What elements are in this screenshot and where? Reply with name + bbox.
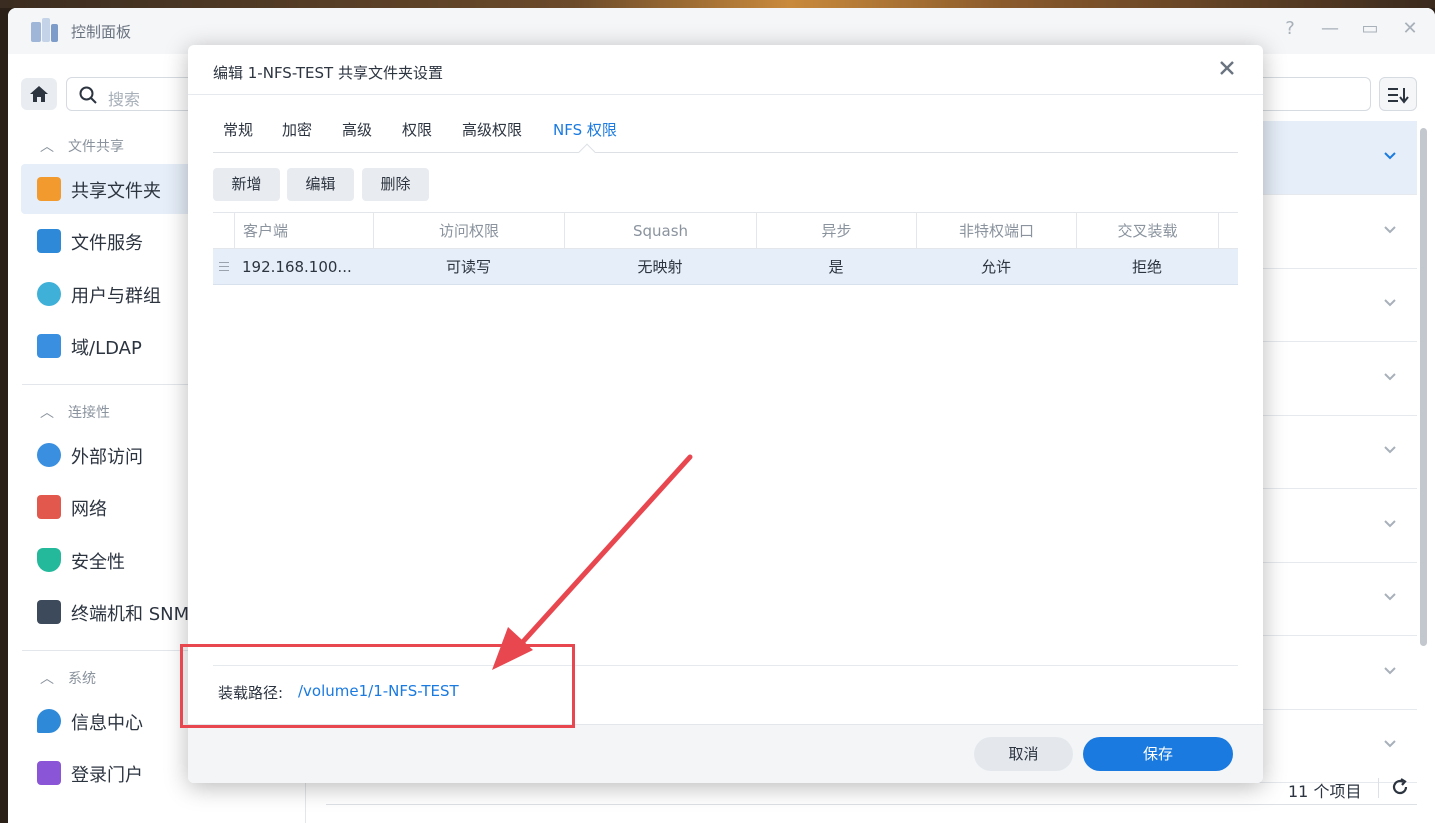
chevron-down-icon[interactable] — [1383, 149, 1397, 163]
section-header-system[interactable]: ︿ 系统 — [40, 668, 96, 688]
chevron-down-icon[interactable] — [1383, 443, 1397, 457]
section-header-connectivity[interactable]: ︿ 连接性 — [40, 402, 110, 422]
control-panel-logo-icon — [29, 18, 59, 44]
help-button[interactable]: ? — [1278, 18, 1302, 39]
network-icon — [37, 495, 61, 519]
search-input[interactable]: 搜索 — [66, 77, 206, 111]
column-header-access[interactable]: 访问权限 — [373, 213, 564, 249]
close-window-button[interactable]: ✕ — [1398, 18, 1422, 39]
shield-icon — [37, 548, 61, 572]
window-title: 控制面板 — [71, 23, 132, 41]
chevron-down-icon[interactable] — [1383, 664, 1397, 678]
domain-icon — [37, 334, 61, 358]
column-header-client[interactable]: 客户端 — [234, 213, 373, 249]
dialog-footer: 取消 保存 — [188, 724, 1263, 783]
chevron-up-icon: ︿ — [40, 405, 54, 421]
minimize-button[interactable]: — — [1318, 18, 1342, 39]
info-icon — [37, 709, 61, 733]
cell-cross-mount: 拒绝 — [1131, 258, 1162, 276]
chevron-down-icon[interactable] — [1383, 517, 1397, 531]
home-icon — [30, 86, 48, 102]
search-icon — [79, 86, 97, 104]
tab-general[interactable]: 常规 — [223, 119, 253, 140]
tab-nfs-permissions[interactable]: NFS 权限 — [553, 119, 617, 140]
header-handle-column — [213, 213, 234, 249]
chevron-down-icon[interactable] — [1383, 296, 1397, 310]
chevron-down-icon[interactable] — [1383, 370, 1397, 384]
sort-icon — [1388, 88, 1409, 104]
close-icon[interactable] — [1218, 59, 1236, 77]
item-count: 11 个项目 — [1288, 782, 1362, 801]
cell-access: 可读写 — [445, 258, 491, 276]
tab-advanced-permissions[interactable]: 高级权限 — [462, 119, 522, 140]
chevron-up-icon: ︿ — [40, 671, 54, 687]
active-tab-indicator — [578, 143, 596, 161]
column-header-squash[interactable]: Squash — [564, 213, 756, 249]
annotation-highlight-box — [180, 644, 575, 728]
edit-button[interactable]: 编辑 — [287, 168, 354, 201]
search-placeholder: 搜索 — [108, 90, 141, 109]
delete-button[interactable]: 删除 — [362, 168, 429, 201]
dialog-title: 编辑 1-NFS-TEST 共享文件夹设置 — [213, 64, 443, 82]
external-access-icon — [37, 443, 61, 467]
folder-icon — [37, 177, 61, 201]
cell-async: 是 — [828, 258, 844, 276]
cell-client: 192.168.100... — [242, 258, 352, 276]
login-portal-icon — [37, 761, 61, 785]
cell-nonprivileged-port: 允许 — [980, 258, 1011, 276]
main-filter-input[interactable] — [1263, 77, 1371, 111]
sort-button[interactable] — [1379, 77, 1417, 111]
tab-advanced[interactable]: 高级 — [342, 119, 372, 140]
add-button[interactable]: 新增 — [213, 168, 280, 201]
desktop-background — [0, 0, 1435, 8]
users-icon — [37, 282, 61, 306]
footer-separator — [1378, 778, 1379, 798]
cell-squash: 无映射 — [637, 258, 683, 276]
column-header-nonprivileged-port[interactable]: 非特权端口 — [916, 213, 1076, 249]
file-services-icon — [37, 229, 61, 253]
table-header: 客户端 访问权限 Squash 异步 非特权端口 交叉装载 — [213, 212, 1238, 249]
tab-permissions[interactable]: 权限 — [402, 119, 432, 140]
scrollbar[interactable] — [1420, 128, 1427, 646]
chevron-up-icon: ︿ — [40, 139, 54, 155]
maximize-button[interactable]: ▭ — [1358, 18, 1382, 39]
dialog-divider — [188, 94, 1263, 95]
save-button[interactable]: 保存 — [1083, 737, 1233, 771]
header-filler — [1218, 213, 1238, 249]
column-header-async[interactable]: 异步 — [756, 213, 916, 249]
chevron-down-icon[interactable] — [1383, 737, 1397, 751]
chevron-down-icon[interactable] — [1383, 223, 1397, 237]
section-header-file-sharing[interactable]: ︿ 文件共享 — [40, 136, 124, 156]
tab-underline — [213, 152, 1238, 153]
refresh-icon[interactable] — [1390, 777, 1410, 797]
footer-divider — [326, 804, 1417, 805]
column-header-cross-mount[interactable]: 交叉装载 — [1076, 213, 1218, 249]
chevron-down-icon[interactable] — [1383, 590, 1397, 604]
home-button[interactable] — [21, 78, 57, 110]
drag-handle-icon[interactable] — [219, 262, 229, 272]
terminal-icon — [37, 600, 61, 624]
cancel-button[interactable]: 取消 — [974, 737, 1073, 771]
table-row[interactable]: 192.168.100... 可读写 无映射 是 允许 拒绝 — [213, 249, 1238, 285]
tab-encryption[interactable]: 加密 — [282, 119, 312, 140]
